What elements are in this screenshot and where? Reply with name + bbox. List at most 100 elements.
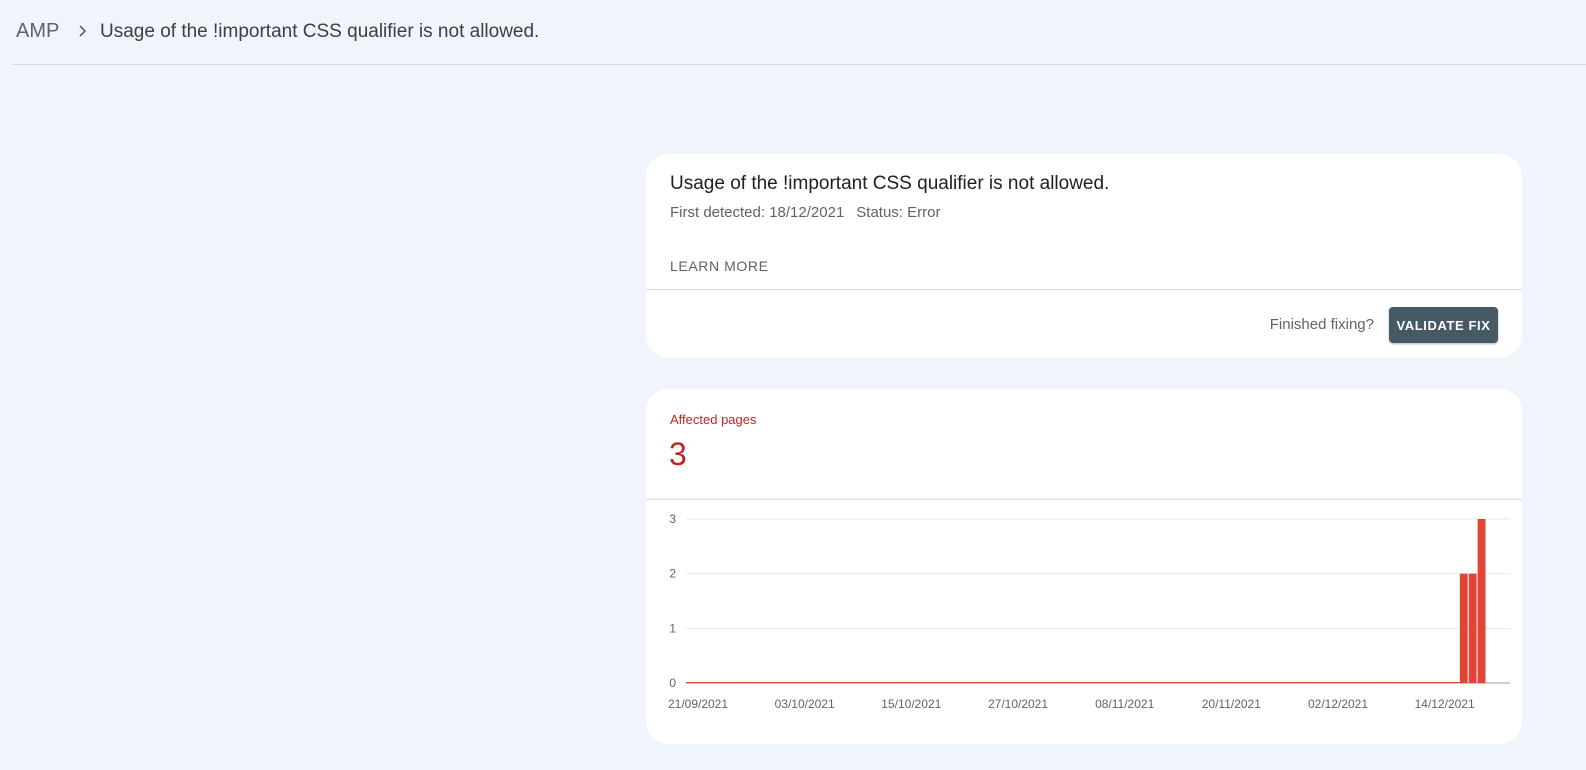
chart-bar — [961, 682, 971, 683]
chart-bar — [1139, 682, 1149, 683]
chart-bar — [1041, 682, 1051, 683]
chart-bar — [1326, 682, 1335, 683]
chart-bar — [1379, 682, 1389, 683]
y-tick-label: 3 — [669, 512, 676, 526]
chart-bar — [1166, 682, 1175, 683]
issue-meta: First detected: 18/12/2021 Status: Error — [670, 204, 940, 221]
chart-bar — [1006, 682, 1015, 683]
chart-bar — [721, 682, 731, 683]
chevron-right-icon — [79, 25, 87, 37]
chart-bar — [1032, 682, 1042, 683]
chart-bar — [1281, 682, 1291, 683]
chart-bar — [1334, 682, 1344, 683]
page-title: Usage of the !important CSS qualifier is… — [100, 21, 540, 42]
chart-bar — [837, 682, 846, 683]
chart-bar — [988, 682, 998, 683]
chart-bar — [1441, 682, 1451, 683]
chart-bar — [739, 682, 749, 683]
chart-bar — [774, 682, 784, 683]
chart-bar — [1406, 682, 1415, 683]
chart-bar — [1254, 682, 1264, 683]
chart-bar — [1219, 682, 1229, 683]
chart-bar — [1450, 682, 1460, 683]
x-tick-label: 08/11/2021 — [1095, 697, 1154, 711]
breadcrumb-root-amp[interactable]: AMP — [16, 20, 59, 43]
chart-bar — [1130, 682, 1140, 683]
x-tick-label: 14/12/2021 — [1415, 697, 1475, 711]
chart-bar — [979, 682, 989, 683]
chart-bar — [890, 682, 900, 683]
x-tick-label: 15/10/2021 — [881, 697, 941, 711]
first-detected-text: First detected: 18/12/2021 — [670, 204, 845, 221]
chart-grid — [686, 518, 1510, 684]
chart-bar — [1361, 682, 1371, 683]
chart-bar — [1068, 682, 1078, 683]
chart-bar — [926, 682, 935, 683]
chart-bar — [686, 682, 695, 683]
chart-bar — [1468, 573, 1477, 683]
issue-title: Usage of the !important CSS qualifier is… — [670, 173, 1110, 194]
chart-bar — [1103, 682, 1113, 683]
y-tick-label: 1 — [669, 621, 676, 635]
finished-fixing-label: Finished fixing? — [1269, 316, 1374, 333]
chart-bar — [1148, 682, 1158, 683]
chart-bar — [872, 682, 882, 683]
chart-bar — [881, 682, 891, 683]
validate-fix-button[interactable]: VALIDATE FIX — [1389, 307, 1498, 343]
chart-bar — [846, 682, 855, 683]
chart-bar — [1423, 682, 1433, 683]
chart-bar — [854, 682, 864, 683]
chart-bar — [1370, 682, 1380, 683]
chart-bar — [819, 682, 829, 683]
chart-bar — [997, 682, 1006, 683]
chart-bar — [1014, 682, 1024, 683]
chart-bar — [1086, 682, 1095, 683]
chart-bar — [1432, 682, 1442, 683]
y-tick-label: 0 — [669, 676, 676, 690]
chart-bar — [748, 682, 758, 683]
chart-bar — [766, 682, 775, 683]
chart-bar — [792, 682, 802, 683]
chart-bar — [1388, 682, 1398, 683]
chart-bar — [712, 682, 722, 683]
chart-bar — [1308, 682, 1318, 683]
chart-bar — [1228, 682, 1238, 683]
chart-bar — [1121, 682, 1131, 683]
affected-pages-chart: 0 1 2 3 21/09/2021 03/10/2021 15/10/2021 27/10/… — [668, 512, 1510, 711]
breadcrumb: AMP Usage of the !important CSS qualifie… — [12, 0, 1586, 65]
status-text: Status: Error — [856, 204, 941, 221]
chart-bar — [899, 682, 909, 683]
chart-bar — [783, 682, 793, 683]
chart-bar — [1174, 682, 1184, 683]
chart-bar — [1201, 682, 1211, 683]
chart-bar — [703, 682, 713, 683]
learn-more-link[interactable]: LEARN MORE — [670, 258, 769, 274]
chart-bar — [1094, 682, 1104, 683]
issue-card: Usage of the !important CSS qualifier is… — [646, 154, 1522, 357]
chart-bar — [908, 682, 918, 683]
chart-axis: 0 1 2 3 21/09/2021 03/10/2021 15/10/2021 27/10/… — [668, 512, 1475, 711]
chart-bar — [970, 682, 980, 683]
y-tick-label: 2 — [669, 567, 676, 581]
affected-pages-card: Affected pages 3 0 1 2 3 21/09/2021 03/10/202… — [646, 389, 1522, 744]
chart-bar — [1210, 682, 1220, 683]
chart-bar — [1290, 682, 1300, 683]
chart-bar — [1077, 682, 1086, 683]
chart-bar — [943, 682, 953, 683]
chart-bars — [686, 519, 1486, 683]
chart-bar — [1263, 682, 1273, 683]
chart-bar — [730, 682, 740, 683]
chart-bar — [828, 682, 838, 683]
chart-bar — [810, 682, 820, 683]
chart-bar — [1246, 682, 1255, 683]
chart-bar — [1477, 519, 1486, 683]
chart-bar — [1352, 682, 1362, 683]
chart-bar — [1050, 682, 1060, 683]
x-tick-label: 27/10/2021 — [988, 697, 1048, 711]
chart-bar — [1192, 682, 1202, 683]
chart-bar — [1023, 682, 1033, 683]
chart-bar — [801, 682, 811, 683]
divider — [646, 289, 1522, 290]
chart-bar — [1112, 682, 1122, 683]
x-tick-label: 03/10/2021 — [775, 697, 835, 711]
